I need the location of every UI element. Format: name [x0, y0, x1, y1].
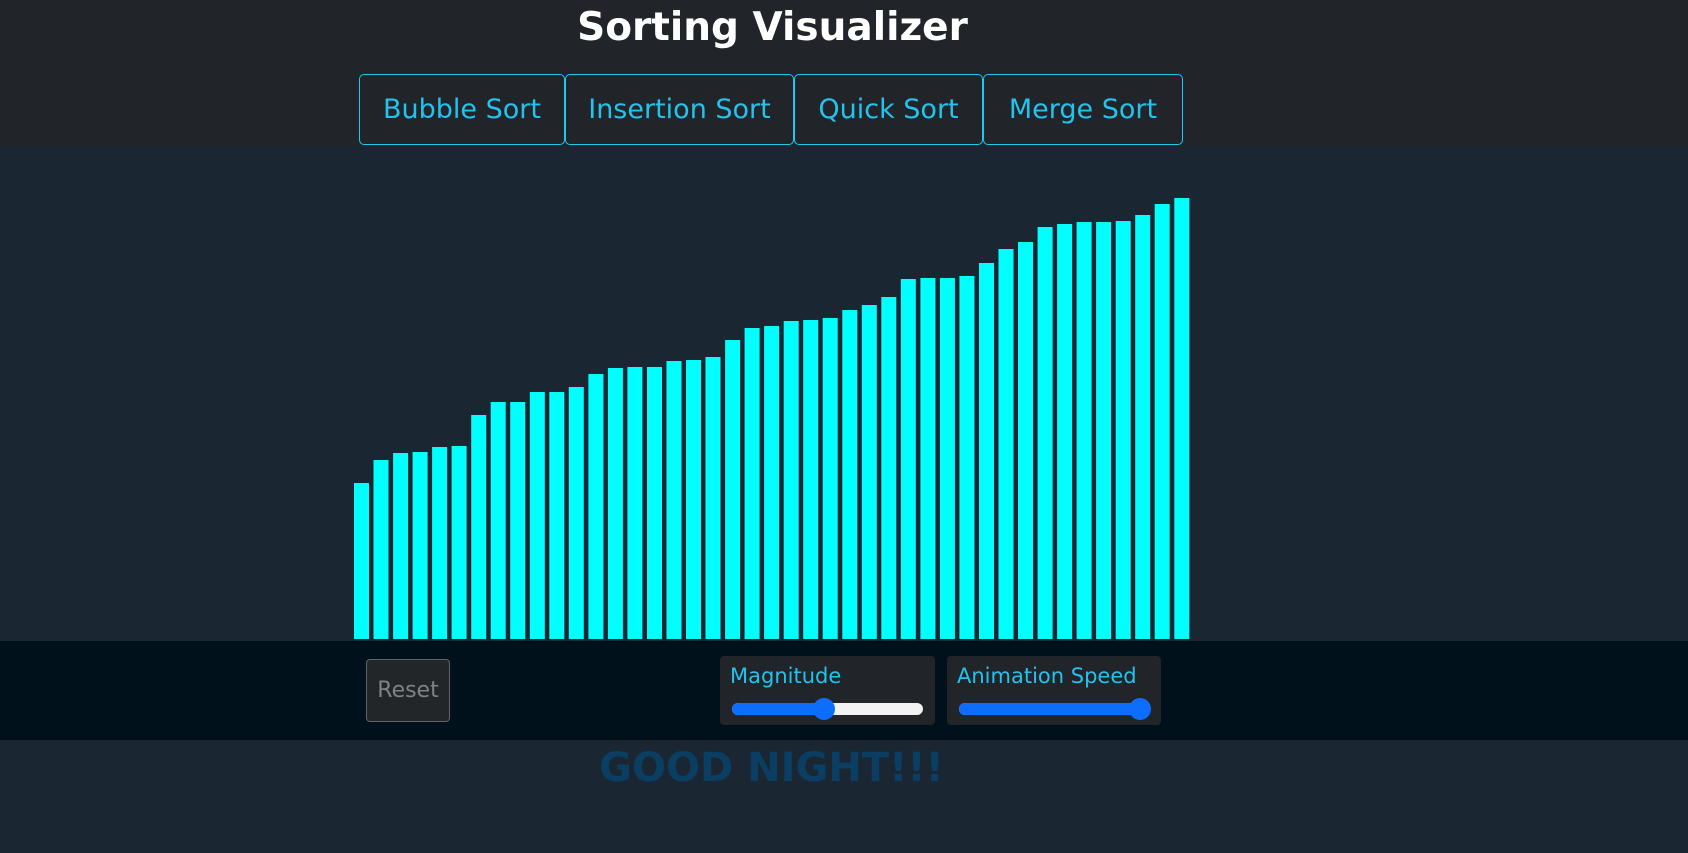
speed-label: Animation Speed [957, 664, 1137, 688]
bar [490, 402, 506, 639]
bars-chart [354, 198, 1190, 639]
bar [1135, 215, 1151, 639]
magnitude-control: Magnitude [720, 656, 935, 725]
status-message: GOOD NIGHT!!! [599, 745, 944, 791]
magnitude-label: Magnitude [730, 664, 842, 688]
speed-control: Animation Speed [947, 656, 1161, 725]
bar [1096, 222, 1112, 639]
bar [842, 310, 858, 639]
bar [1018, 242, 1033, 639]
speed-slider-fill [959, 703, 1140, 715]
bar [959, 276, 975, 639]
page-title: Sorting Visualizer [577, 5, 968, 50]
bars-area [0, 145, 1688, 641]
bar [861, 305, 877, 639]
bar [979, 263, 994, 639]
bar [822, 318, 838, 639]
quick-sort-button[interactable]: Quick Sort [794, 74, 983, 145]
bar [647, 367, 662, 639]
bar [451, 446, 467, 639]
bar [471, 415, 487, 639]
bar [510, 402, 526, 639]
insertion-sort-button[interactable]: Insertion Sort [565, 74, 794, 145]
bar [920, 278, 936, 639]
bar [803, 320, 819, 639]
bar [744, 328, 760, 639]
bar [764, 326, 780, 639]
bar [881, 297, 897, 639]
bar [1115, 221, 1131, 639]
bar [666, 361, 682, 639]
bar [998, 249, 1014, 639]
bar [900, 279, 916, 639]
bar [686, 360, 701, 639]
bar [549, 392, 565, 639]
bar [607, 368, 623, 639]
merge-sort-button[interactable]: Merge Sort [983, 74, 1183, 145]
speed-slider-thumb[interactable] [1128, 698, 1151, 720]
bubble-sort-button[interactable]: Bubble Sort [359, 74, 565, 145]
magnitude-slider-thumb[interactable] [812, 698, 835, 720]
bar [1037, 227, 1053, 639]
speed-slider[interactable] [959, 703, 1149, 715]
bar [939, 278, 955, 639]
controls-bar: Reset Magnitude Animation Speed [0, 641, 1688, 740]
bar [725, 340, 741, 639]
header: Sorting Visualizer Bubble Sort Insertion… [0, 0, 1688, 145]
bar [588, 374, 604, 639]
magnitude-slider-fill [732, 703, 824, 715]
bar [412, 452, 428, 639]
bar [1174, 198, 1190, 639]
reset-button[interactable]: Reset [366, 659, 450, 722]
bar [783, 321, 799, 639]
bar [627, 367, 643, 639]
bar [1057, 224, 1073, 639]
bar [373, 460, 389, 639]
bar [1154, 204, 1170, 639]
bar [354, 483, 369, 639]
bar [529, 392, 545, 639]
bar [1076, 222, 1092, 639]
bar [568, 387, 584, 639]
bar [432, 447, 448, 639]
bar [393, 453, 409, 639]
bar [705, 357, 721, 639]
